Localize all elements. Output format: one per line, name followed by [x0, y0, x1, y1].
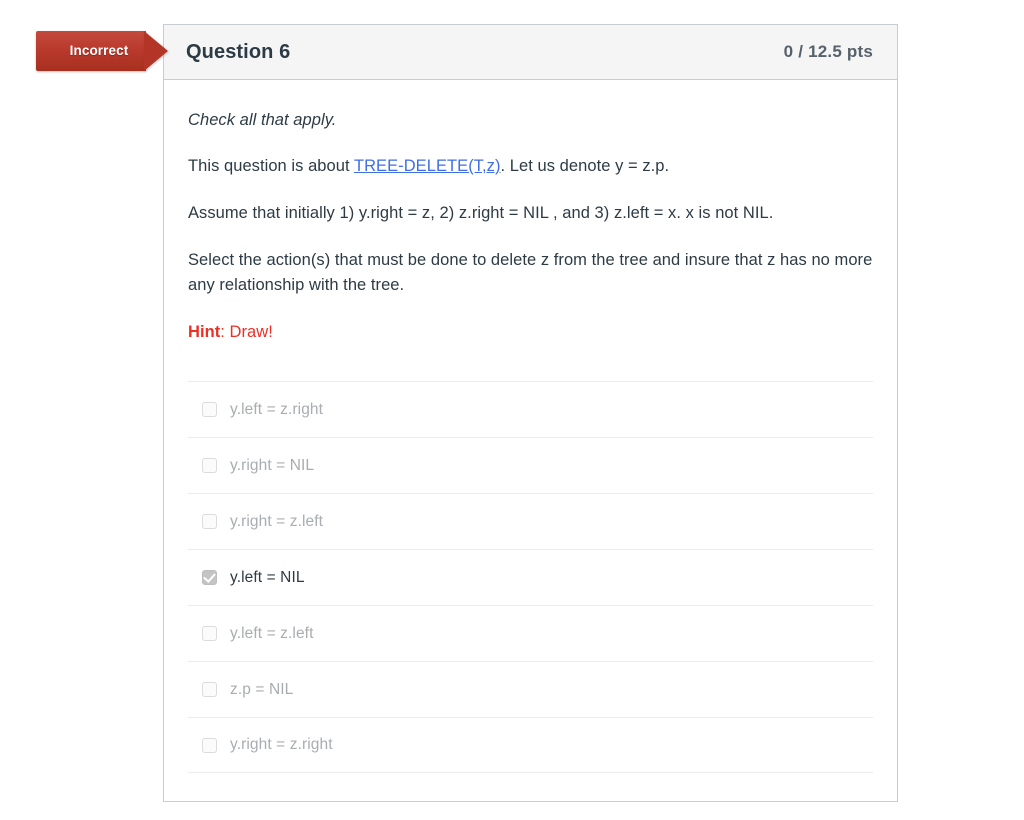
question-statement-line-3: Select the action(s) that must be done t… [188, 251, 873, 295]
answer-list: y.left = z.right y.right = NIL y.right = z… [188, 381, 873, 774]
hint-text: : Draw! [220, 323, 273, 342]
question-hint: Hint: Draw! [188, 320, 873, 345]
answer-option-label: y.right = NIL [230, 456, 315, 474]
hint-label: Hint [188, 323, 221, 342]
question-title: Question 6 [186, 40, 291, 63]
checkbox-unchecked-icon[interactable] [202, 626, 217, 642]
question-header: Question 6 0 / 12.5 pts [164, 25, 897, 80]
answer-option-label: y.left = z.left [230, 624, 314, 642]
statement-text-after-link: . Let us denote y = z.p. [500, 157, 670, 176]
question-card: Question 6 0 / 12.5 pts Check all that a… [163, 24, 898, 802]
check-mark-icon [202, 570, 216, 583]
checkbox-unchecked-icon[interactable] [202, 682, 217, 698]
checkbox-unchecked-icon[interactable] [202, 402, 217, 418]
answer-option-label: y.right = z.right [230, 736, 333, 754]
checkbox-unchecked-icon[interactable] [202, 458, 217, 474]
answer-option-label: y.left = z.right [230, 400, 324, 418]
answer-option-label: y.left = NIL [230, 568, 305, 586]
question-body: Check all that apply. This question is a… [164, 80, 897, 774]
answer-option-label: y.right = z.left [230, 512, 324, 530]
question-statement-line-1: This question is about TREE-DELETE(T,z).… [188, 154, 873, 179]
question-points: 0 / 12.5 pts [783, 42, 873, 61]
answer-option[interactable]: y.left = z.right [188, 381, 873, 437]
answer-option[interactable]: z.p = NIL [188, 661, 873, 717]
instruction-check-all: Check all that apply. [188, 111, 337, 129]
answer-option[interactable]: y.left = z.left [188, 605, 873, 661]
status-badge-label: Incorrect [69, 43, 129, 58]
checkbox-unchecked-icon[interactable] [202, 737, 217, 753]
answer-option[interactable]: y.right = z.right [188, 717, 873, 774]
question-page: Incorrect Question 6 0 / 12.5 pts Check … [0, 0, 1024, 820]
checkbox-checked-icon[interactable] [202, 570, 217, 586]
statement-text-before-link: This question is about [188, 157, 354, 176]
answer-option[interactable]: y.left = NIL [188, 549, 873, 605]
answer-option-label: z.p = NIL [230, 680, 294, 698]
status-badge-incorrect: Incorrect [36, 31, 182, 71]
answer-option[interactable]: y.right = z.left [188, 493, 873, 549]
tree-delete-link[interactable]: TREE-DELETE(T,z) [354, 157, 501, 175]
question-statement-line-2: Assume that initially 1) y.right = z, 2)… [188, 204, 774, 223]
checkbox-unchecked-icon[interactable] [202, 514, 217, 530]
answer-option[interactable]: y.right = NIL [188, 437, 873, 493]
